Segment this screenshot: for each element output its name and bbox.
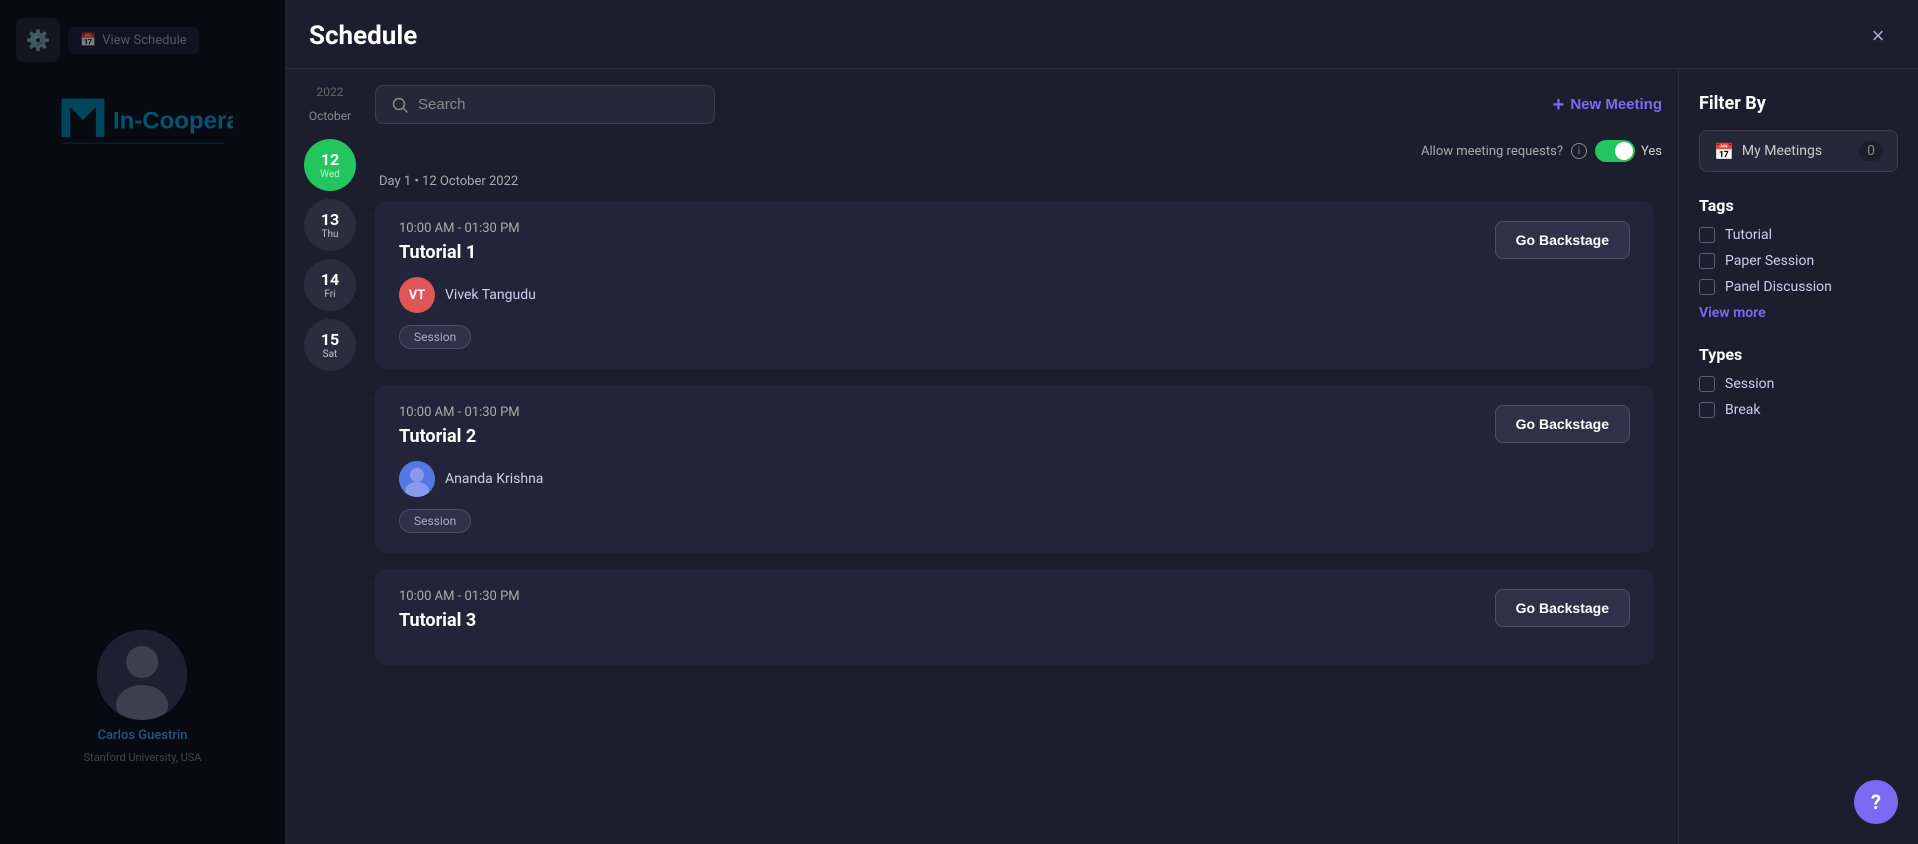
- panel-discussion-label: Panel Discussion: [1725, 279, 1832, 295]
- toggle-container: Yes: [1595, 140, 1662, 162]
- speaker-2-avatar: [399, 461, 435, 497]
- tags-title: Tags: [1699, 196, 1898, 215]
- search-input[interactable]: [418, 96, 698, 113]
- date-14[interactable]: 14 Fri: [304, 259, 356, 311]
- go-backstage-button-1[interactable]: Go Backstage: [1495, 221, 1630, 259]
- my-meetings-label: My Meetings: [1742, 143, 1822, 159]
- filter-title: Filter By: [1699, 93, 1898, 114]
- session-3-title: Tutorial 3: [399, 610, 1630, 631]
- allow-meeting-label: Allow meeting requests?: [1421, 144, 1563, 159]
- session-card-3: 10:00 AM - 01:30 PM Tutorial 3 Go Backst…: [375, 569, 1654, 665]
- search-box[interactable]: [375, 85, 715, 124]
- session-type-checkbox[interactable]: [1699, 376, 1715, 392]
- session-card-1: 10:00 AM - 01:30 PM Tutorial 1 VT Vivek …: [375, 201, 1654, 369]
- toggle-yes-label: Yes: [1641, 144, 1662, 159]
- filter-tag-tutorial[interactable]: Tutorial: [1699, 227, 1898, 243]
- filter-type-break[interactable]: Break: [1699, 402, 1898, 418]
- panel-header: Schedule ×: [285, 0, 1918, 69]
- date-13[interactable]: 13 Thu: [304, 199, 356, 251]
- speaker-1-avatar: VT: [399, 277, 435, 313]
- speaker-1-name: Vivek Tangudu: [445, 287, 536, 303]
- tutorial-label: Tutorial: [1725, 227, 1772, 243]
- tutorial-checkbox[interactable]: [1699, 227, 1715, 243]
- main-content: + New Meeting Allow meeting requests? i …: [375, 69, 1678, 844]
- session-card-2: 10:00 AM - 01:30 PM Tutorial 2 Ananda Kr…: [375, 385, 1654, 553]
- session-2-tag: Session: [399, 509, 471, 533]
- new-meeting-button[interactable]: + New Meeting: [1553, 95, 1662, 115]
- view-more-link[interactable]: View more: [1699, 305, 1898, 321]
- new-meeting-label: New Meeting: [1570, 96, 1662, 113]
- paper-session-checkbox[interactable]: [1699, 253, 1715, 269]
- close-button[interactable]: ×: [1862, 20, 1894, 52]
- year-label: 2022: [317, 85, 344, 99]
- sessions-list: 10:00 AM - 01:30 PM Tutorial 1 VT Vivek …: [375, 201, 1662, 828]
- speaker-2-name: Ananda Krishna: [445, 471, 543, 487]
- date-12[interactable]: 12 Wed: [304, 139, 356, 191]
- help-button[interactable]: ?: [1854, 780, 1898, 824]
- search-icon: [392, 97, 408, 113]
- top-bar: + New Meeting: [375, 85, 1662, 124]
- my-meetings-count: 0: [1859, 141, 1883, 161]
- schedule-panel: Schedule × 2022 October 12 Wed 13 Thu 14…: [285, 0, 1918, 844]
- my-meetings-icon: 📅: [1714, 142, 1734, 161]
- session-1-tag: Session: [399, 325, 471, 349]
- date-sidebar: 2022 October 12 Wed 13 Thu 14 Fri 15 Sat: [285, 69, 375, 844]
- allow-meeting-toggle[interactable]: [1595, 140, 1635, 162]
- session-2-speaker: Ananda Krishna: [399, 461, 1630, 497]
- session-3-time: 10:00 AM - 01:30 PM: [399, 589, 1630, 604]
- date-15[interactable]: 15 Sat: [304, 319, 356, 371]
- session-2-title: Tutorial 2: [399, 426, 1630, 447]
- go-backstage-button-3[interactable]: Go Backstage: [1495, 589, 1630, 627]
- types-title: Types: [1699, 345, 1898, 364]
- month-label: October: [309, 109, 351, 123]
- my-meetings-box[interactable]: 📅 My Meetings 0: [1699, 130, 1898, 172]
- panel-discussion-checkbox[interactable]: [1699, 279, 1715, 295]
- panel-title: Schedule: [309, 21, 417, 51]
- filter-panel: Filter By 📅 My Meetings 0 Tags Tutorial …: [1678, 69, 1918, 844]
- panel-body: 2022 October 12 Wed 13 Thu 14 Fri 15 Sat: [285, 69, 1918, 844]
- go-backstage-button-2[interactable]: Go Backstage: [1495, 405, 1630, 443]
- my-meetings-inner: 📅 My Meetings: [1714, 142, 1822, 161]
- break-type-checkbox[interactable]: [1699, 402, 1715, 418]
- session-1-title: Tutorial 1: [399, 242, 1630, 263]
- break-type-label: Break: [1725, 402, 1760, 418]
- session-2-time: 10:00 AM - 01:30 PM: [399, 405, 1630, 420]
- paper-session-label: Paper Session: [1725, 253, 1814, 269]
- filter-type-session[interactable]: Session: [1699, 376, 1898, 392]
- allow-meeting-row: Allow meeting requests? i Yes: [375, 140, 1662, 162]
- day-header: Day 1 • 12 October 2022: [375, 174, 1662, 189]
- session-1-speaker: VT Vivek Tangudu: [399, 277, 1630, 313]
- filter-tag-paper-session[interactable]: Paper Session: [1699, 253, 1898, 269]
- session-1-time: 10:00 AM - 01:30 PM: [399, 221, 1630, 236]
- new-meeting-plus-icon: +: [1553, 95, 1565, 115]
- filter-tag-panel-discussion[interactable]: Panel Discussion: [1699, 279, 1898, 295]
- session-type-label: Session: [1725, 376, 1774, 392]
- toggle-knob: [1615, 142, 1633, 160]
- info-icon[interactable]: i: [1571, 143, 1587, 159]
